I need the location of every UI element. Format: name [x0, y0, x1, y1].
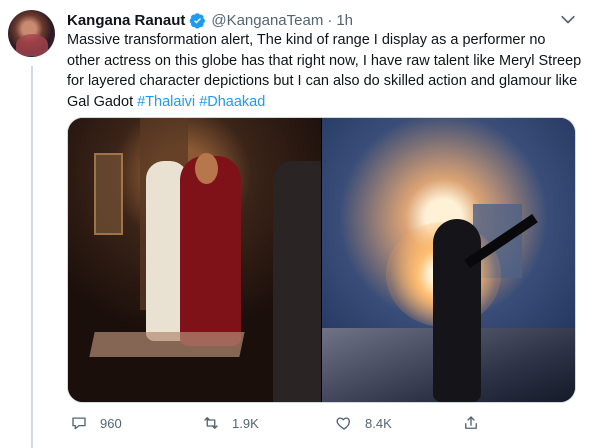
left-tweet-photo[interactable]: [68, 118, 321, 402]
share-button[interactable]: [462, 411, 492, 435]
author-name[interactable]: Kangana Ranaut: [67, 12, 185, 29]
tweet-action-bar: 960 1.9K 8.4K: [67, 411, 547, 435]
tweet-media-grid[interactable]: [67, 117, 576, 403]
left-photo-woman-face: [195, 153, 218, 184]
left-photo-table: [89, 332, 245, 357]
tweet-card[interactable]: Kangana Ranaut @KanganaTeam · 1h Massive…: [0, 0, 589, 448]
right-tweet-photo[interactable]: [322, 118, 575, 402]
tweet-header: Kangana Ranaut @KanganaTeam · 1h: [67, 9, 353, 31]
like-button[interactable]: 8.4K: [335, 411, 462, 435]
verified-icon: [190, 12, 206, 29]
left-photo-right-person: [273, 161, 321, 402]
reply-button[interactable]: 960: [70, 411, 202, 435]
like-count: 8.4K: [365, 415, 392, 431]
reply-icon: [72, 417, 86, 430]
more-caret-icon[interactable]: [558, 10, 578, 30]
time-separator: ·: [327, 11, 333, 29]
like-icon: [336, 417, 351, 430]
left-photo-cabinet: [94, 153, 123, 235]
retweet-button[interactable]: 1.9K: [202, 411, 335, 435]
retweet-icon: [204, 417, 218, 429]
left-photo-woman-sari: [180, 156, 241, 346]
hashtag-thalaivi[interactable]: #Thalaivi: [137, 94, 195, 110]
tweet-text: Massive transformation alert, The kind o…: [67, 30, 582, 112]
author-handle[interactable]: @KanganaTeam: [211, 12, 323, 29]
share-icon: [465, 416, 477, 429]
tweet-time[interactable]: 1h: [336, 12, 353, 29]
profile-avatar[interactable]: [8, 10, 55, 57]
retweet-count: 1.9K: [232, 415, 259, 431]
thread-line: [31, 66, 33, 448]
right-photo-woman-silhouette: [433, 219, 481, 402]
hashtag-dhaakad[interactable]: #Dhaakad: [199, 94, 265, 110]
reply-count: 960: [100, 415, 122, 431]
